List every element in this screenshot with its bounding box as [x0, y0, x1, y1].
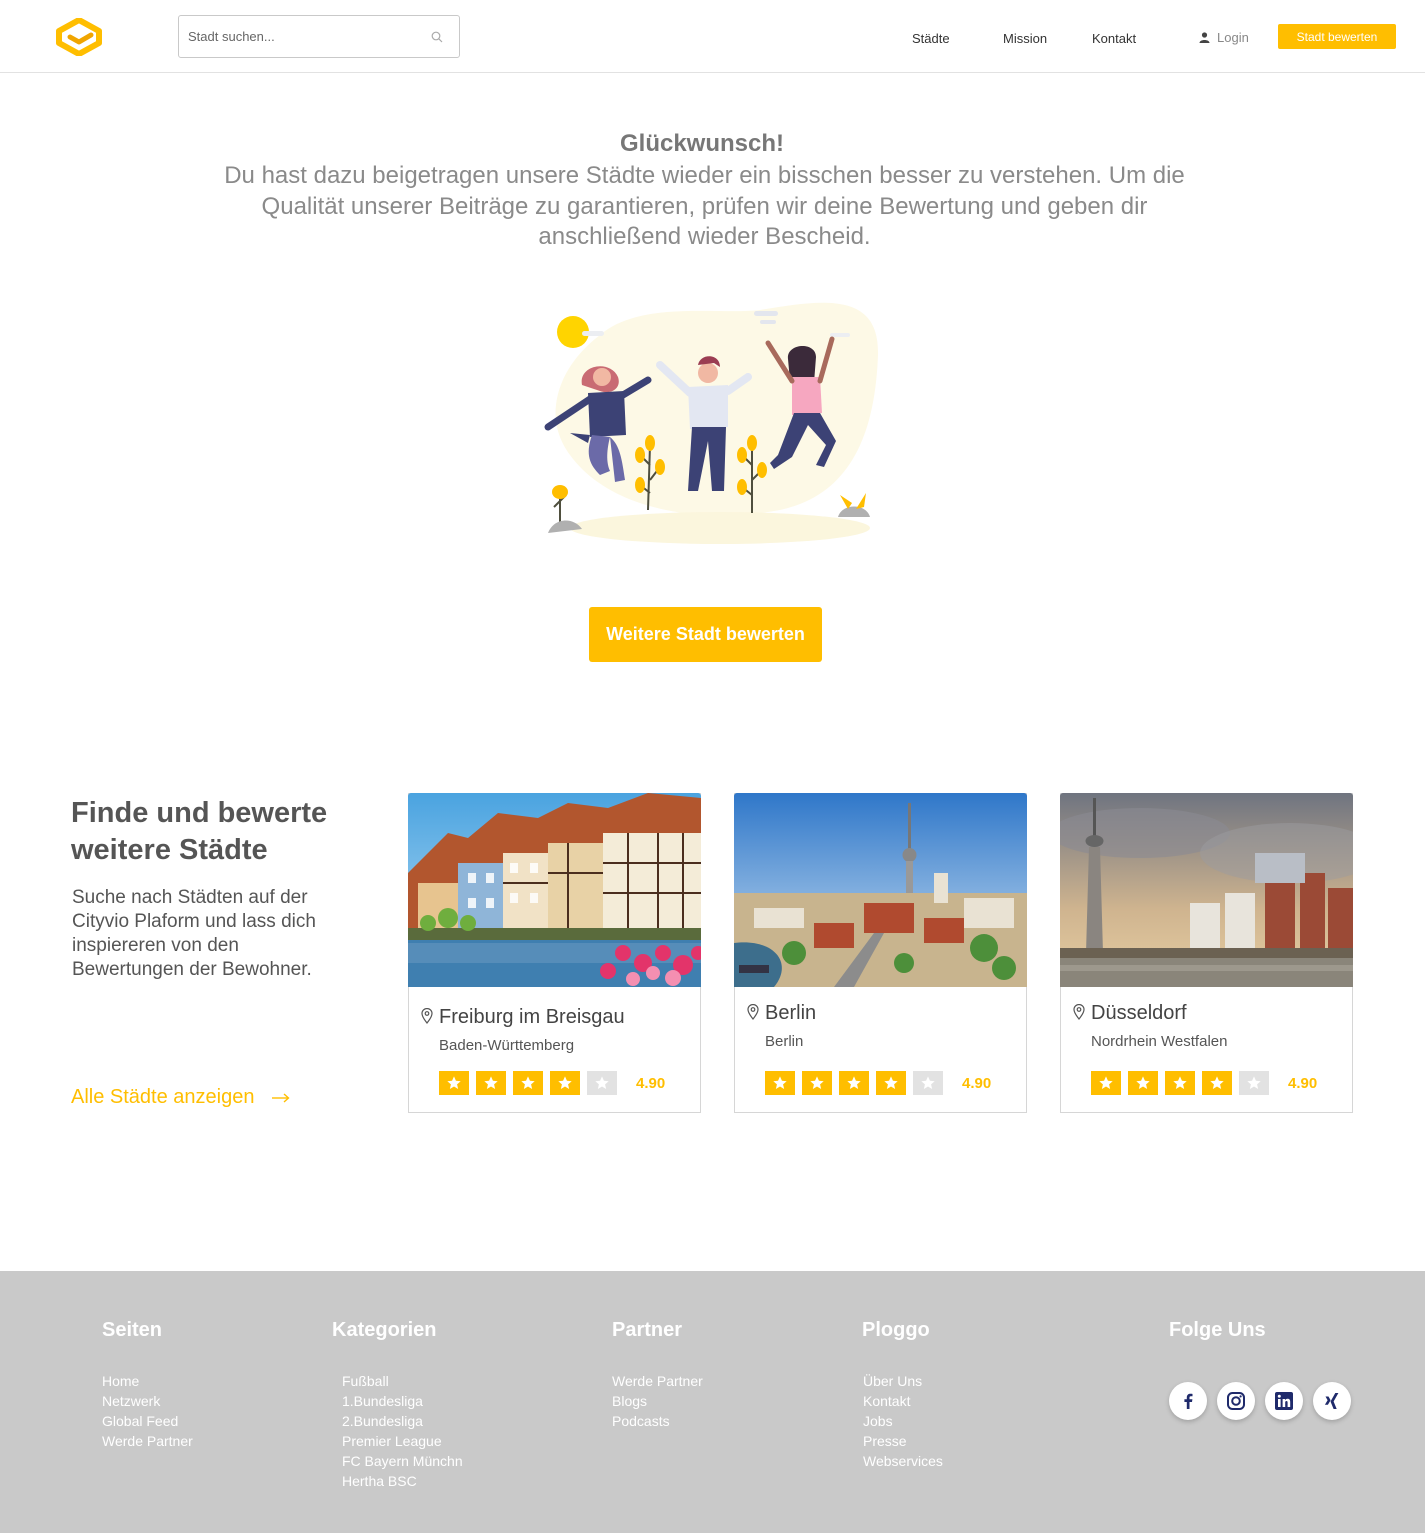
rate-another-city-button[interactable]: Weitere Stadt bewerten — [589, 607, 822, 662]
arrow-right-icon — [272, 1092, 291, 1103]
footer-list-partner: Werde Partner Blogs Podcasts — [612, 1371, 703, 1431]
footer-link[interactable]: Presse — [863, 1431, 943, 1451]
all-cities-label: Alle Städte anzeigen — [71, 1086, 255, 1108]
location-pin-icon — [421, 1008, 433, 1024]
rate-city-button[interactable]: Stadt bewerten — [1278, 24, 1396, 49]
nav-kontakt[interactable]: Kontakt — [1092, 31, 1136, 46]
nav-mission[interactable]: Mission — [1003, 31, 1047, 46]
star-icon — [876, 1071, 906, 1095]
find-cities-text: Suche nach Städten auf der Cityvio Plafo… — [72, 887, 316, 980]
star-icon — [802, 1071, 832, 1095]
star-empty-icon — [587, 1071, 617, 1095]
footer-link[interactable]: Jobs — [863, 1411, 943, 1431]
congrats-title: Glückwunsch! — [619, 130, 785, 157]
footer-link[interactable]: 1.Bundesliga — [342, 1391, 463, 1411]
footer-link[interactable]: Werde Partner — [102, 1431, 193, 1451]
city-region: Baden-Württemberg — [439, 1037, 575, 1054]
footer-list-ploggo: Über Uns Kontakt Jobs Presse Webservices — [863, 1371, 943, 1471]
star-icon — [765, 1071, 795, 1095]
footer-link[interactable]: Podcasts — [612, 1411, 703, 1431]
footer-link[interactable]: Kontakt — [863, 1391, 943, 1411]
city-name: Düsseldorf — [1091, 1002, 1187, 1024]
find-cities-title: Finde und bewerte weitere Städte — [71, 797, 328, 866]
star-icon — [513, 1071, 543, 1095]
footer-list-seiten: Home Netzwerk Global Feed Werde Partner — [102, 1371, 193, 1451]
footer-list-kategorien: Fußball 1.Bundesliga 2.Bundesliga Premie… — [342, 1371, 463, 1491]
footer-link[interactable]: Home — [102, 1371, 193, 1391]
star-rating — [1091, 1071, 1269, 1095]
footer-link[interactable]: Werde Partner — [612, 1371, 703, 1391]
star-empty-icon — [1239, 1071, 1269, 1095]
rhine-tower-harbour-photo — [1060, 793, 1353, 987]
site-header: Städte Mission Kontakt Login Stadt bewer… — [0, 0, 1425, 73]
footer-link[interactable]: FC Bayern Münchn — [342, 1451, 463, 1471]
city-card-berlin[interactable]: Berlin Berlin 4.90 — [734, 793, 1027, 1113]
xing-icon[interactable] — [1313, 1382, 1351, 1420]
footer-link[interactable]: Netzwerk — [102, 1391, 193, 1411]
user-icon — [1199, 32, 1210, 43]
star-icon — [439, 1071, 469, 1095]
star-icon — [1091, 1071, 1121, 1095]
half-timbered-houses-photo — [408, 793, 701, 987]
nav-staedte[interactable]: Städte — [912, 31, 950, 46]
congrats-message: Du hast dazu beigetragen unsere Städte w… — [224, 162, 1185, 250]
city-name: Freiburg im Breisgau — [439, 1006, 625, 1028]
star-icon — [550, 1071, 580, 1095]
city-search — [178, 15, 460, 58]
cityvio-logo[interactable] — [56, 18, 102, 56]
footer-link[interactable]: Über Uns — [863, 1371, 943, 1391]
linkedin-icon[interactable] — [1265, 1382, 1303, 1420]
footer-heading-kategorien: Kategorien — [332, 1319, 437, 1341]
star-icon — [476, 1071, 506, 1095]
footer-link[interactable]: Blogs — [612, 1391, 703, 1411]
city-name: Berlin — [765, 1002, 817, 1024]
location-pin-icon — [1073, 1004, 1085, 1020]
city-region: Berlin — [765, 1033, 804, 1050]
footer-link[interactable]: 2.Bundesliga — [342, 1411, 463, 1431]
login-link[interactable]: Login — [1199, 30, 1249, 45]
star-rating — [439, 1071, 617, 1095]
location-pin-icon — [747, 1004, 759, 1020]
city-card-duesseldorf[interactable]: Düsseldorf Nordrhein Westfalen 4.90 — [1060, 793, 1353, 1113]
footer-link[interactable]: Global Feed — [102, 1411, 193, 1431]
jumping-people-illustration — [544, 302, 879, 544]
footer-heading-seiten: Seiten — [102, 1319, 163, 1341]
login-label: Login — [1217, 30, 1249, 45]
footer-heading-ploggo: Ploggo — [862, 1319, 930, 1341]
footer-heading-folge-uns: Folge Uns — [1169, 1319, 1266, 1341]
instagram-icon[interactable] — [1217, 1382, 1255, 1420]
all-cities-link[interactable]: Alle Städte anzeigen — [71, 1086, 291, 1109]
footer-link[interactable]: Webservices — [863, 1451, 943, 1471]
star-icon — [1128, 1071, 1158, 1095]
footer-link[interactable]: Premier League — [342, 1431, 463, 1451]
facebook-icon[interactable] — [1169, 1382, 1207, 1420]
rating-score: 4.90 — [1288, 1075, 1318, 1092]
footer-link[interactable]: Hertha BSC — [342, 1471, 463, 1491]
star-icon — [839, 1071, 869, 1095]
rating-score: 4.90 — [962, 1075, 992, 1092]
site-footer: Seiten Home Netzwerk Global Feed Werde P… — [0, 1271, 1425, 1533]
footer-heading-partner: Partner — [612, 1319, 683, 1341]
search-icon[interactable] — [431, 31, 443, 43]
star-icon — [1165, 1071, 1195, 1095]
rating-score: 4.90 — [636, 1075, 666, 1092]
star-icon — [1202, 1071, 1232, 1095]
footer-link[interactable]: Fußball — [342, 1371, 463, 1391]
star-rating — [765, 1071, 943, 1095]
tv-tower-skyline-photo — [734, 793, 1027, 987]
star-empty-icon — [913, 1071, 943, 1095]
city-card-freiburg[interactable]: Freiburg im Breisgau Baden-Württemberg 4… — [408, 793, 701, 1113]
city-region: Nordrhein Westfalen — [1091, 1033, 1228, 1050]
search-input[interactable] — [188, 16, 418, 57]
